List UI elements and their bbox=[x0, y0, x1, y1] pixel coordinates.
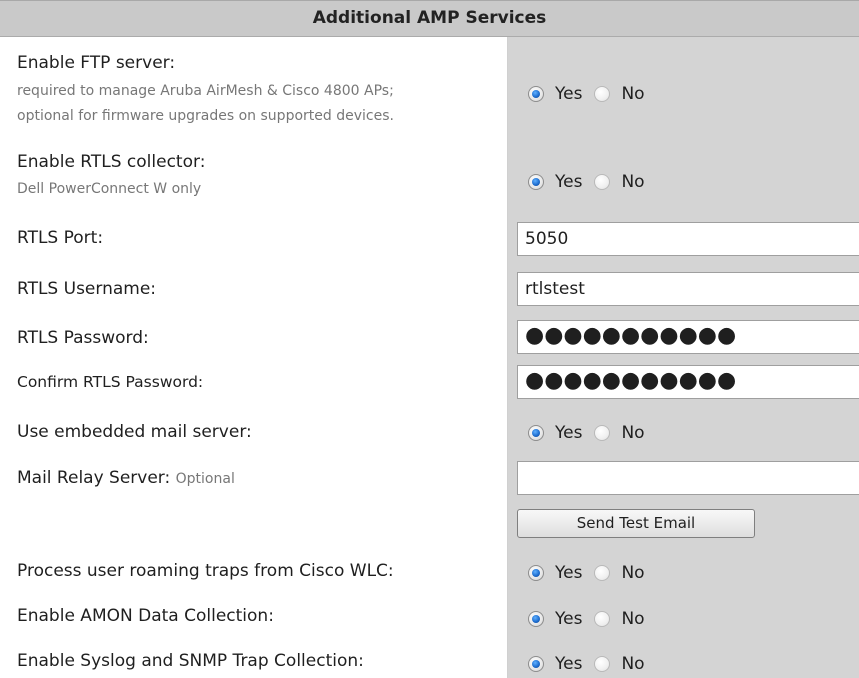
ftp-server-no-radio[interactable] bbox=[594, 86, 611, 102]
roaming-traps-label: Process user roaming traps from Cisco WL… bbox=[17, 561, 394, 581]
ftp-server-radio-group: Yes No bbox=[528, 84, 645, 104]
amon-collection-label: Enable AMON Data Collection: bbox=[17, 606, 274, 626]
syslog-snmp-yes-label: Yes bbox=[555, 654, 583, 674]
rtls-collector-yes-label: Yes bbox=[555, 172, 583, 192]
mail-relay-server-optional: Optional bbox=[175, 471, 235, 487]
rtls-password-input[interactable]: ●●●●●●●●●●● bbox=[517, 320, 859, 354]
roaming-traps-radio-group: Yes No bbox=[528, 563, 645, 583]
embedded-mail-server-no-label: No bbox=[621, 423, 645, 443]
syslog-snmp-no-label: No bbox=[621, 654, 645, 674]
rtls-collector-no-radio[interactable] bbox=[594, 174, 611, 190]
ftp-server-no-label: No bbox=[621, 84, 645, 104]
rtls-password-label: RTLS Password: bbox=[17, 328, 149, 348]
confirm-rtls-password-input[interactable]: ●●●●●●●●●●● bbox=[517, 365, 859, 399]
rtls-username-label: RTLS Username: bbox=[17, 279, 157, 299]
roaming-traps-no-label: No bbox=[621, 563, 645, 583]
embedded-mail-server-radio-group: Yes No bbox=[528, 423, 645, 443]
rtls-username-input[interactable]: rtlstest bbox=[517, 272, 859, 306]
section-header: Additional AMP Services bbox=[0, 0, 859, 37]
roaming-traps-yes-radio[interactable] bbox=[528, 565, 544, 581]
additional-amp-services-panel: Additional AMP Services Enable FTP serve… bbox=[0, 0, 859, 678]
embedded-mail-server-yes-radio[interactable] bbox=[528, 425, 544, 441]
labels-column bbox=[0, 37, 508, 678]
syslog-snmp-label: Enable Syslog and SNMP Trap Collection: bbox=[17, 651, 364, 671]
mail-relay-server-label-text: Mail Relay Server: bbox=[17, 468, 171, 488]
amon-collection-no-label: No bbox=[621, 609, 645, 629]
rtls-collector-hint: Dell PowerConnect W only bbox=[17, 181, 202, 197]
send-test-email-button[interactable]: Send Test Email bbox=[517, 509, 755, 538]
embedded-mail-server-yes-label: Yes bbox=[555, 423, 583, 443]
rtls-collector-radio-group: Yes No bbox=[528, 172, 645, 192]
embedded-mail-server-label: Use embedded mail server: bbox=[17, 422, 252, 442]
ftp-server-label: Enable FTP server: bbox=[17, 53, 176, 73]
embedded-mail-server-no-radio[interactable] bbox=[594, 425, 611, 441]
rtls-collector-yes-radio[interactable] bbox=[528, 174, 544, 190]
amon-collection-yes-label: Yes bbox=[555, 609, 583, 629]
amon-collection-radio-group: Yes No bbox=[528, 609, 645, 629]
rtls-port-label: RTLS Port: bbox=[17, 228, 104, 248]
roaming-traps-no-radio[interactable] bbox=[594, 565, 611, 581]
mail-relay-server-input[interactable] bbox=[517, 461, 859, 495]
roaming-traps-yes-label: Yes bbox=[555, 563, 583, 583]
rtls-port-input[interactable]: 5050 bbox=[517, 222, 859, 256]
rtls-collector-label: Enable RTLS collector: bbox=[17, 152, 206, 172]
syslog-snmp-radio-group: Yes No bbox=[528, 654, 645, 674]
mail-relay-server-label: Mail Relay Server: Optional bbox=[17, 468, 235, 488]
ftp-server-yes-radio[interactable] bbox=[528, 86, 544, 102]
syslog-snmp-no-radio[interactable] bbox=[594, 656, 611, 672]
amon-collection-no-radio[interactable] bbox=[594, 611, 611, 627]
ftp-server-yes-label: Yes bbox=[555, 84, 583, 104]
amon-collection-yes-radio[interactable] bbox=[528, 611, 544, 627]
syslog-snmp-yes-radio[interactable] bbox=[528, 656, 544, 672]
ftp-server-hint-2: optional for firmware upgrades on suppor… bbox=[17, 108, 394, 124]
rtls-collector-no-label: No bbox=[621, 172, 645, 192]
confirm-rtls-password-label: Confirm RTLS Password: bbox=[17, 373, 204, 391]
ftp-server-hint-1: required to manage Aruba AirMesh & Cisco… bbox=[17, 83, 394, 99]
